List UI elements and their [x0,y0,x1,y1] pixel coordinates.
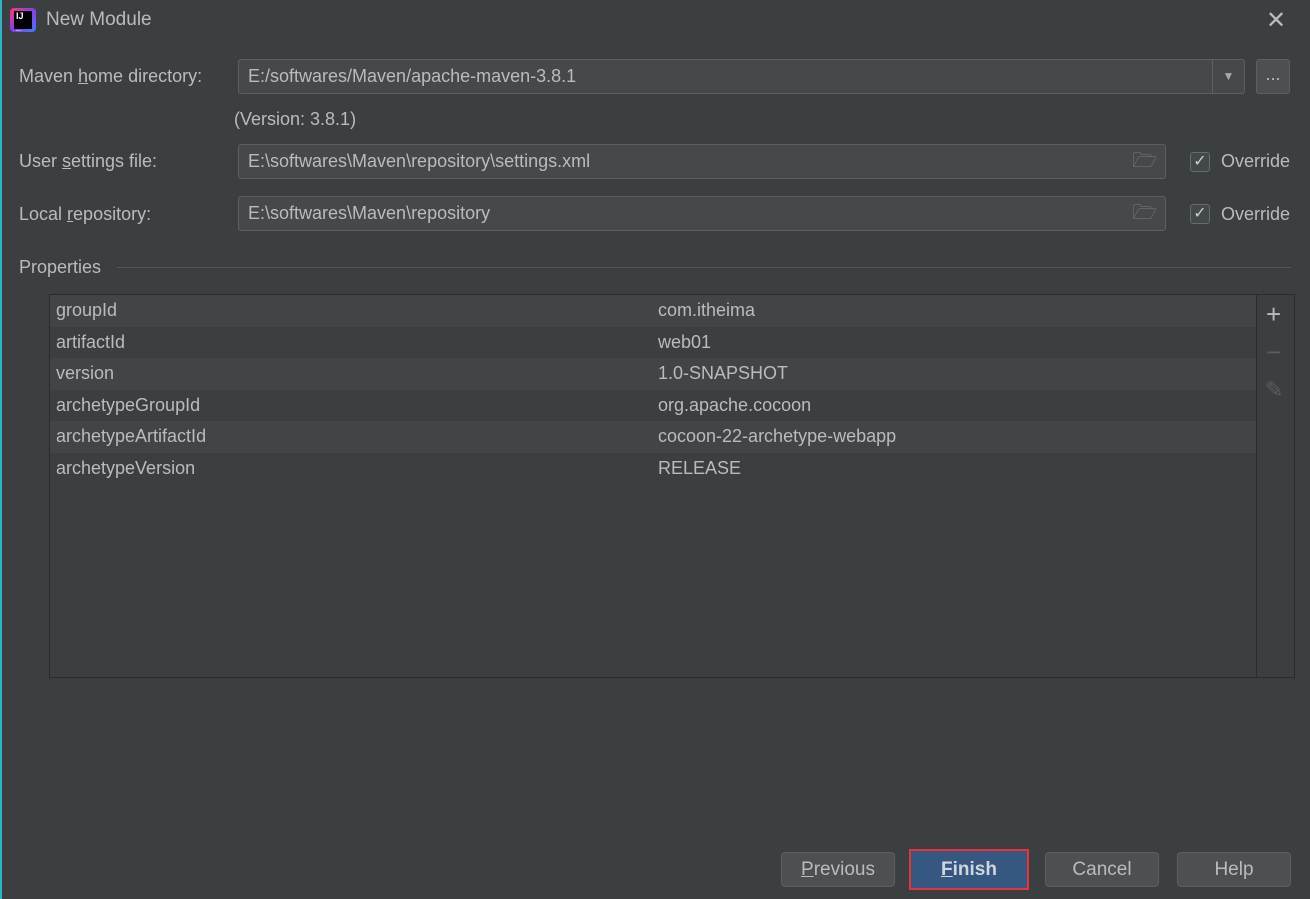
table-row[interactable]: archetypeVersion RELEASE [50,453,1256,485]
cancel-button[interactable]: Cancel [1045,852,1159,887]
property-key: archetypeGroupId [56,394,201,415]
property-key: artifactId [56,331,126,352]
property-value: cocoon-22-archetype-webapp [658,426,897,446]
user-settings-label: User settings file: [19,151,158,171]
window-title: New Module [46,9,152,30]
previous-button[interactable]: Previous [781,852,895,887]
property-key: groupId [56,300,118,320]
user-settings-input[interactable]: E:\softwares\Maven\repository\settings.x… [238,144,1166,179]
property-key: archetypeArtifactId [56,426,207,446]
maven-home-value: E:/softwares/Maven/apache-maven-3.8.1 [248,66,577,86]
browse-button[interactable]: ... [1256,59,1290,94]
local-repo-override-label: Override [1221,204,1291,224]
property-key: archetypeVersion [56,457,196,478]
user-settings-value: E:\softwares\Maven\repository\settings.x… [248,151,591,171]
folder-icon[interactable]: 🗁 [1132,197,1157,230]
window-edge [0,0,2,899]
properties-table[interactable]: groupId com.itheima artifactId web01 version… [49,294,1295,678]
property-value: web01 [658,331,712,352]
chevron-down-icon[interactable]: ▼ [1212,60,1244,93]
property-value: RELEASE [658,457,742,478]
table-toolbar: + − ✎ [1256,295,1294,677]
property-value: org.apache.cocoon [658,394,812,415]
intellij-logo-icon: IJ _ [10,8,36,32]
user-settings-override-label: Override [1221,151,1291,171]
local-repo-value: E:\softwares\Maven\repository [248,203,491,223]
table-row[interactable]: version 1.0-SNAPSHOT [50,358,1256,390]
properties-title: Properties [19,257,102,277]
local-repo-label: Local repository: [19,204,152,224]
property-value: com.itheima [658,300,756,320]
divider [117,267,1291,268]
property-value: 1.0-SNAPSHOT [658,363,789,383]
help-button[interactable]: Help [1177,852,1291,887]
table-row[interactable]: artifactId web01 [50,327,1256,359]
add-icon[interactable]: + [1266,299,1281,330]
table-row[interactable]: archetypeGroupId org.apache.cocoon [50,390,1256,422]
maven-version: (Version: 3.8.1) [234,109,357,129]
finish-button[interactable]: Finish [909,849,1029,890]
maven-home-combobox[interactable]: E:/softwares/Maven/apache-maven-3.8.1 ▼ [238,59,1245,94]
folder-icon[interactable]: 🗁 [1132,145,1157,178]
table-row[interactable]: groupId com.itheima [50,295,1256,327]
local-repo-input[interactable]: E:\softwares\Maven\repository 🗁 [238,196,1166,231]
remove-icon[interactable]: − [1266,337,1281,368]
close-icon[interactable]: ✕ [1266,6,1286,35]
property-key: version [56,363,115,383]
table-row[interactable]: archetypeArtifactId cocoon-22-archetype-w… [50,421,1256,453]
maven-home-label: Maven home directory: [19,66,203,86]
user-settings-override-checkbox[interactable]: ✓ [1190,152,1210,172]
edit-icon[interactable]: ✎ [1265,377,1283,403]
local-repo-override-checkbox[interactable]: ✓ [1190,204,1210,224]
